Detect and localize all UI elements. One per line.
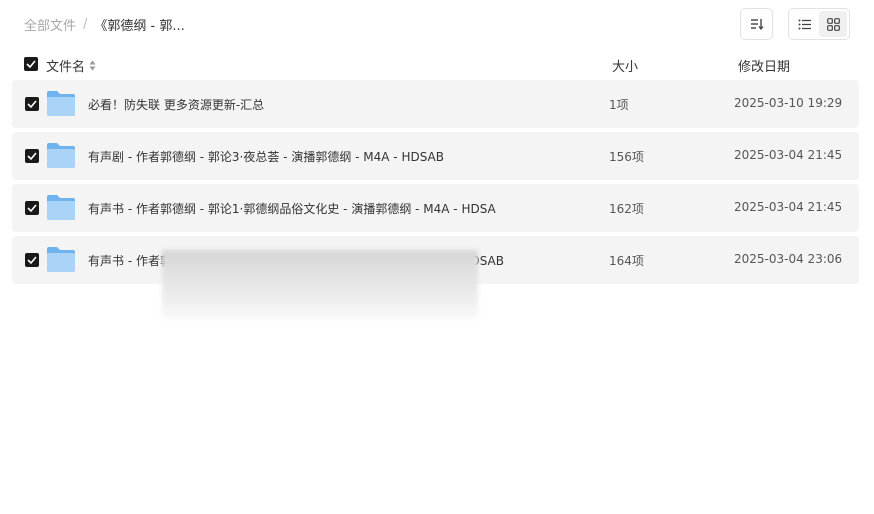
folder-icon bbox=[47, 195, 75, 220]
file-date: 2025-03-04 23:06 bbox=[734, 252, 843, 266]
column-header-date[interactable]: 修改日期 bbox=[738, 56, 790, 75]
row-checkbox[interactable] bbox=[25, 253, 39, 267]
file-date: 2025-03-04 21:45 bbox=[734, 200, 843, 214]
breadcrumb-separator: / bbox=[83, 17, 88, 32]
row-checkbox[interactable] bbox=[25, 149, 39, 163]
check-icon bbox=[27, 204, 37, 212]
column-header-name-label: 文件名 bbox=[46, 60, 86, 75]
breadcrumb: 全部文件 / 《郭德纲 - 郭... bbox=[24, 15, 185, 34]
check-icon bbox=[26, 60, 36, 68]
folder-icon bbox=[47, 91, 75, 116]
list-view-button[interactable] bbox=[791, 11, 819, 37]
folder-icon bbox=[47, 143, 75, 168]
file-name: 有声书 - 作者郭德纲 - 郭论1·郭德纲品俗文化史 - 演播郭德纲 - M4A… bbox=[88, 202, 496, 216]
file-date: 2025-03-10 19:29 bbox=[734, 96, 843, 110]
sort-toggle-icon bbox=[89, 60, 96, 71]
list-view-icon bbox=[798, 19, 811, 29]
file-size: 164项 bbox=[609, 254, 644, 268]
file-name: 有声剧 - 作者郭德纲 - 郭论3·夜总荟 - 演播郭德纲 - M4A - HD… bbox=[88, 150, 444, 164]
check-icon bbox=[27, 100, 37, 108]
file-size: 156项 bbox=[609, 150, 644, 164]
check-icon bbox=[27, 256, 37, 264]
file-size: 162项 bbox=[609, 202, 644, 216]
check-icon bbox=[27, 152, 37, 160]
breadcrumb-root-link[interactable]: 全部文件 bbox=[24, 15, 76, 34]
row-checkbox[interactable] bbox=[25, 201, 39, 215]
table-row[interactable]: 有声书 - 作者郭德纲 - 郭论1·郭德纲品俗文化史 - 演播郭德纲 - M4A… bbox=[12, 184, 859, 232]
table-row[interactable]: 必看！防失联 更多资源更新-汇总 1项 2025-03-10 19:29 bbox=[12, 80, 859, 128]
table-row[interactable]: 有声剧 - 作者郭德纲 - 郭论3·夜总荟 - 演播郭德纲 - M4A - HD… bbox=[12, 132, 859, 180]
file-date: 2025-03-04 21:45 bbox=[734, 148, 843, 162]
top-bar: 全部文件 / 《郭德纲 - 郭... bbox=[0, 0, 874, 48]
grid-view-icon bbox=[826, 17, 840, 31]
sort-icon bbox=[750, 19, 764, 30]
table-header: 文件名 大小 修改日期 bbox=[0, 50, 874, 78]
sort-button[interactable] bbox=[740, 8, 773, 40]
select-all-checkbox[interactable] bbox=[24, 57, 38, 71]
breadcrumb-current-folder: 《郭德纲 - 郭... bbox=[94, 19, 185, 34]
redaction-overlay bbox=[162, 250, 478, 320]
column-header-name[interactable]: 文件名 bbox=[46, 56, 96, 75]
column-header-size[interactable]: 大小 bbox=[612, 56, 638, 75]
view-mode-switch bbox=[788, 8, 850, 40]
file-name: 必看！防失联 更多资源更新-汇总 bbox=[88, 98, 265, 112]
grid-view-button[interactable] bbox=[819, 11, 847, 37]
file-size: 1项 bbox=[609, 98, 629, 112]
row-checkbox[interactable] bbox=[25, 97, 39, 111]
folder-icon bbox=[47, 247, 75, 272]
